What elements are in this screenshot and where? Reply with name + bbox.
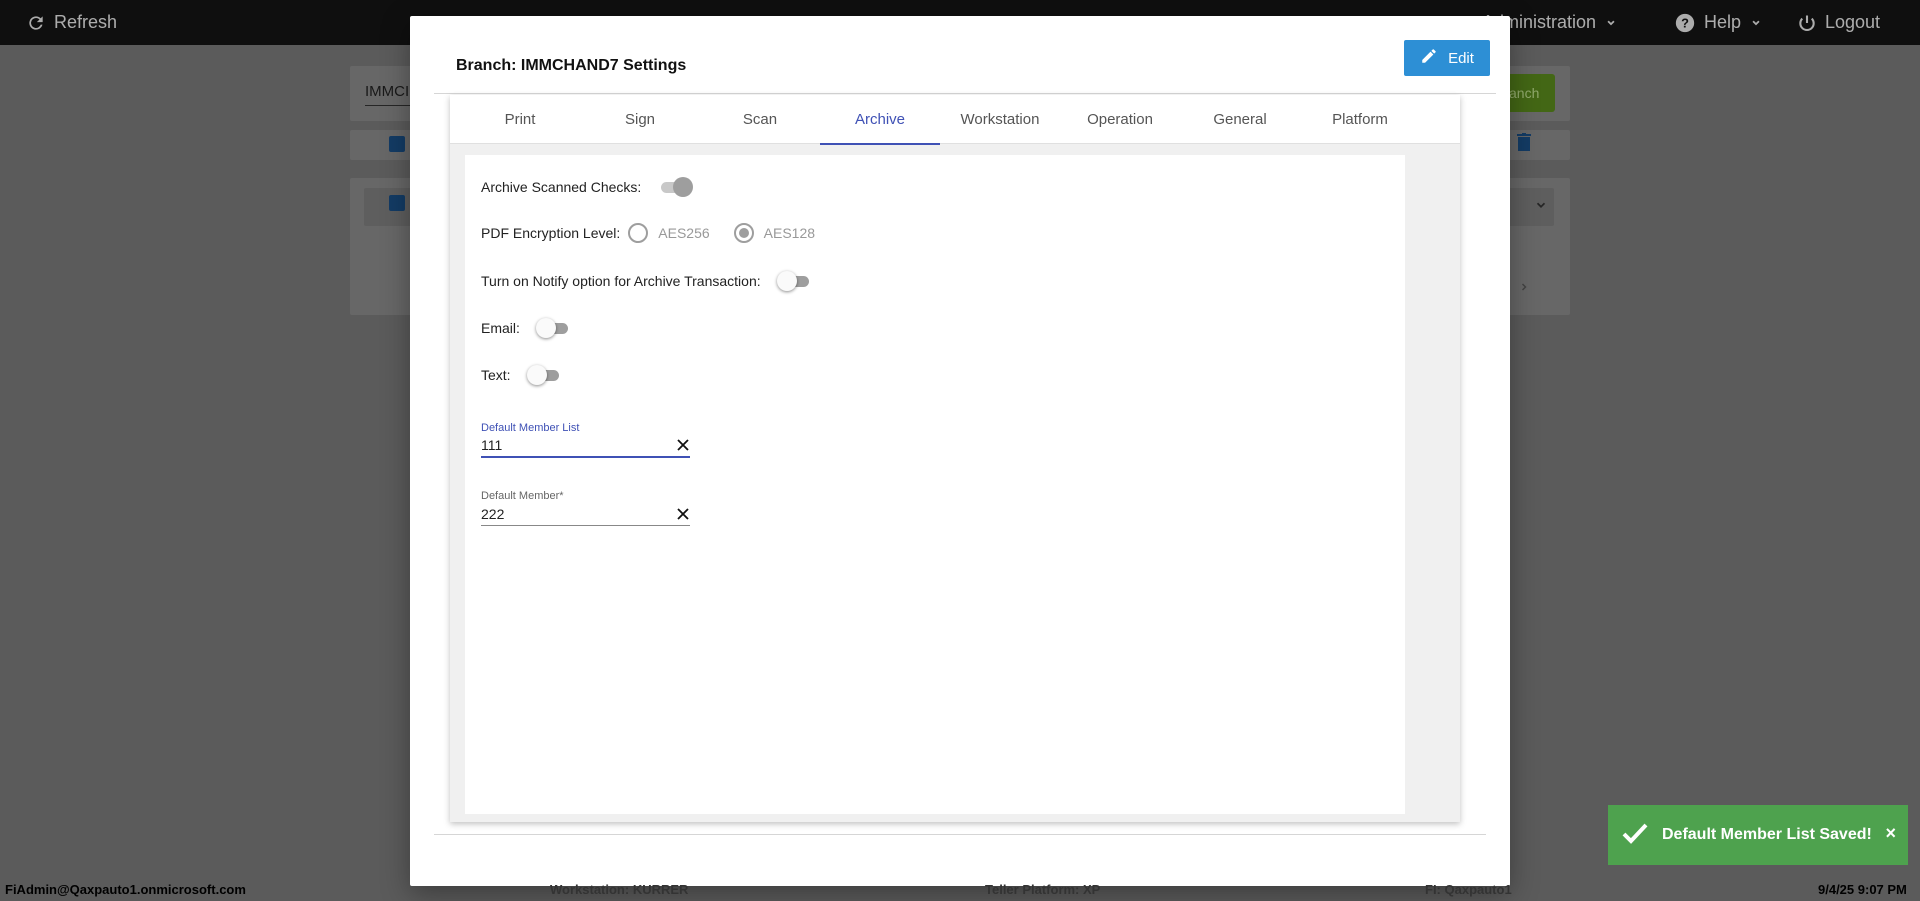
- default-member-list-field: Default Member List: [481, 422, 690, 458]
- pdf-encryption-label: PDF Encryption Level:: [481, 225, 621, 241]
- footer-datetime: 9/4/25 9:07 PM: [1818, 882, 1907, 897]
- default-member-list-label: Default Member List: [481, 422, 580, 434]
- dialog-title: Branch: IMMCHAND7 Settings: [456, 56, 687, 74]
- tab-scan[interactable]: Scan: [700, 95, 820, 144]
- pdf-encryption-row: PDF Encryption Level: AES256 AES128: [481, 223, 815, 243]
- notify-toggle[interactable]: [776, 271, 813, 291]
- footer-workstation: Workstation: KURRER: [550, 882, 689, 897]
- aes256-radio[interactable]: AES256: [628, 223, 710, 243]
- archive-scanned-checks-toggle[interactable]: [657, 177, 694, 197]
- clear-icon[interactable]: [676, 507, 690, 521]
- tab-platform[interactable]: Platform: [1300, 95, 1420, 144]
- archive-scanned-checks-row: Archive Scanned Checks:: [481, 177, 694, 197]
- checkmark-icon: [1622, 822, 1648, 849]
- text-row: Text:: [481, 365, 563, 385]
- text-label: Text:: [481, 367, 511, 383]
- email-label: Email:: [481, 320, 520, 336]
- footer-fi: FI: Qaxpauto1: [1425, 882, 1512, 897]
- tab-operation[interactable]: Operation: [1060, 95, 1180, 144]
- radio-selected-icon: [733, 223, 754, 243]
- radio-unselected-icon: [628, 223, 649, 243]
- default-member-label: Default Member*: [481, 490, 564, 502]
- tab-workstation[interactable]: Workstation: [940, 95, 1060, 144]
- notify-row: Turn on Notify option for Archive Transa…: [481, 271, 813, 291]
- footer-teller-platform: Teller Platform: XP: [985, 882, 1101, 897]
- tab-sign[interactable]: Sign: [580, 95, 700, 144]
- toast-message: Default Member List Saved!: [1662, 826, 1872, 843]
- edit-label: Edit: [1448, 49, 1474, 67]
- tab-archive[interactable]: Archive: [820, 95, 940, 145]
- dialog-footer-divider: [434, 834, 1486, 835]
- settings-panel: Print Sign Scan Archive Workstation Oper…: [450, 95, 1460, 822]
- default-member-list-input[interactable]: [481, 437, 661, 453]
- aes128-radio[interactable]: AES128: [733, 223, 816, 243]
- dialog-header: Branch: IMMCHAND7 Settings Edit: [434, 38, 1496, 94]
- status-footer: FiAdmin@Qaxpauto1.onmicrosoft.com Workst…: [0, 878, 1920, 901]
- edit-button[interactable]: Edit: [1404, 40, 1490, 76]
- archive-settings-content: Archive Scanned Checks: PDF Encryption L…: [465, 155, 1405, 814]
- branch-settings-dialog: Branch: IMMCHAND7 Settings Edit Print Si…: [410, 16, 1510, 886]
- footer-user: FiAdmin@Qaxpauto1.onmicrosoft.com: [5, 882, 246, 897]
- notify-label: Turn on Notify option for Archive Transa…: [481, 273, 761, 289]
- email-toggle[interactable]: [535, 318, 572, 338]
- pencil-icon: [1420, 47, 1438, 69]
- aes128-label: AES128: [763, 225, 816, 241]
- settings-tabs: Print Sign Scan Archive Workstation Oper…: [450, 95, 1460, 145]
- close-icon[interactable]: ×: [1885, 823, 1896, 844]
- aes256-label: AES256: [658, 225, 710, 241]
- success-toast: Default Member List Saved! ×: [1608, 805, 1908, 865]
- tab-general[interactable]: General: [1180, 95, 1300, 144]
- email-row: Email:: [481, 318, 572, 338]
- default-member-field: Default Member*: [481, 490, 690, 526]
- clear-icon[interactable]: [676, 438, 690, 452]
- tab-print[interactable]: Print: [460, 95, 580, 144]
- text-toggle[interactable]: [526, 365, 563, 385]
- default-member-input[interactable]: [481, 505, 661, 522]
- archive-scanned-checks-label: Archive Scanned Checks:: [481, 179, 642, 195]
